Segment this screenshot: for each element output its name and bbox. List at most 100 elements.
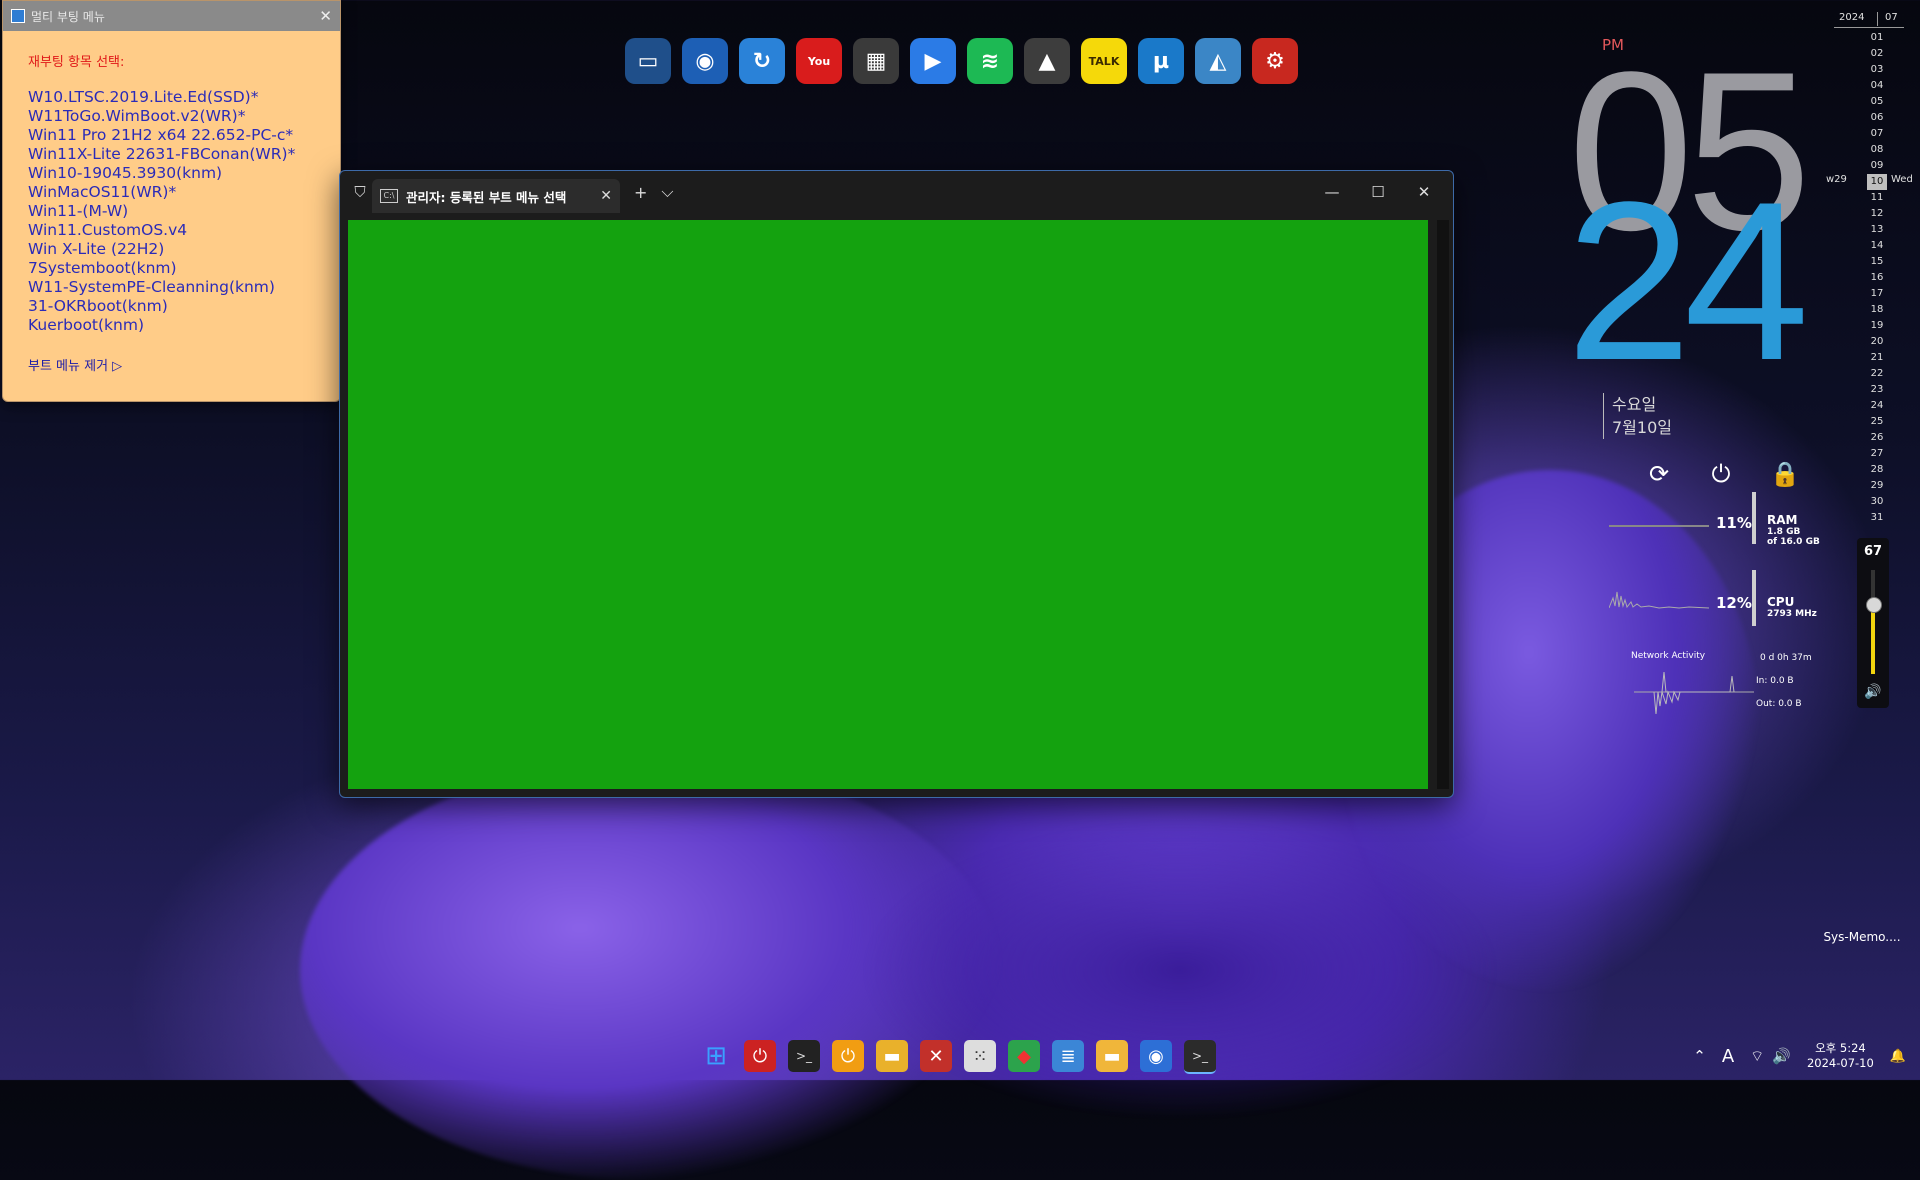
- boot-entry[interactable]: Win11 Pro 21H2 x64 22.652-PC-c*: [28, 126, 340, 145]
- clock-minute: 24: [1566, 154, 1809, 407]
- calendar-day: 23: [1870, 384, 1884, 395]
- taskbar-time: 오후 5:24: [1815, 1041, 1866, 1055]
- boot-entry[interactable]: Win10-19045.3930(knm): [28, 164, 340, 183]
- cpu-graph: [1609, 591, 1709, 609]
- shutdown-app-icon[interactable]: ⏻: [832, 1040, 864, 1072]
- calendar-day: 11: [1870, 192, 1884, 203]
- boot-entry[interactable]: Win11-(M-W): [28, 202, 340, 221]
- file-explorer-icon[interactable]: ▬: [876, 1040, 908, 1072]
- boot-entry[interactable]: W10.LTSC.2019.Lite.Ed(SSD)*: [28, 88, 340, 107]
- terminal-window: ⛉ C:\ 관리자: 등록된 부트 메뉴 선택 ✕ + ⌵ — ☐ ✕: [339, 170, 1454, 798]
- calendar-rule: [1834, 27, 1904, 28]
- volume-widget: 67 🔊: [1857, 538, 1889, 708]
- taskbar-date: 2024-07-10: [1806, 1056, 1874, 1070]
- triangle-app-icon[interactable]: ▲: [1024, 38, 1070, 84]
- sys-memo-desktop-icon[interactable]: Sys-Memo....: [1818, 930, 1906, 944]
- speaker-icon[interactable]: 🔊: [1857, 684, 1889, 700]
- taskbar-apps: ⊞ ⏻ >_ ⏻ ▬ ✕ ⁙ ◆ ≣ ▬ ◉ >_: [700, 1040, 1216, 1074]
- browser-icon[interactable]: ◉: [1140, 1040, 1172, 1072]
- remove-boot-menu-link[interactable]: 부트 메뉴 제거 ▷: [28, 355, 340, 374]
- sync-app-icon[interactable]: ↻: [739, 38, 785, 84]
- play-icon[interactable]: ▶: [910, 38, 956, 84]
- network-out: Out: 0.0 B: [1756, 699, 1802, 709]
- calendar-day: 30: [1870, 496, 1884, 507]
- calendar-day: 06: [1870, 112, 1884, 123]
- youtube-icon[interactable]: You: [796, 38, 842, 84]
- calendar-day: 03: [1870, 64, 1884, 75]
- store-icon[interactable]: ▦: [853, 38, 899, 84]
- boot-entry[interactable]: W11-SystemPE-Cleanning(knm): [28, 278, 340, 297]
- globe-icon[interactable]: ◉: [682, 38, 728, 84]
- boot-entry[interactable]: Win11.CustomOS.v4: [28, 221, 340, 240]
- power-icon[interactable]: ⏻: [1708, 460, 1734, 488]
- restart-icon[interactable]: ⟳: [1646, 460, 1672, 488]
- terminal-titlebar: ⛉ C:\ 관리자: 등록된 부트 메뉴 선택 ✕ + ⌵ — ☐ ✕: [340, 171, 1453, 213]
- cpu-label: CPU: [1767, 595, 1795, 609]
- folder-icon[interactable]: ▬: [1096, 1040, 1128, 1072]
- kakaotalk-icon[interactable]: TALK: [1081, 38, 1127, 84]
- colorful-app-icon[interactable]: ◆: [1008, 1040, 1040, 1072]
- calendar-day: 14: [1870, 240, 1884, 251]
- monitor-icon[interactable]: ▭: [625, 38, 671, 84]
- close-button[interactable]: ✕: [1401, 171, 1447, 213]
- ram-bar: [1752, 492, 1756, 544]
- cpu-freq: 2793 MHz: [1767, 609, 1817, 619]
- volume-tray-icon[interactable]: 🔊: [1772, 1047, 1791, 1065]
- boot-entry[interactable]: Win11X-Lite 22631-FBConan(WR)*: [28, 145, 340, 164]
- calendar-day: 18: [1870, 304, 1884, 315]
- start-icon[interactable]: ⊞: [700, 1040, 732, 1072]
- desktop-icon-label: Sys-Memo....: [1823, 930, 1901, 944]
- grid-app-icon[interactable]: ⁙: [964, 1040, 996, 1072]
- date-label: 7월10일: [1612, 418, 1672, 437]
- ram-percent: 11%: [1716, 514, 1752, 532]
- boot-entry[interactable]: WinMacOS11(WR)*: [28, 183, 340, 202]
- maximize-button[interactable]: ☐: [1355, 171, 1401, 213]
- calendar-day: 22: [1870, 368, 1884, 379]
- boot-entry[interactable]: 7Systemboot(knm): [28, 259, 340, 278]
- volume-knob[interactable]: [1866, 597, 1882, 614]
- boot-menu-titlebar: 멀티 부팅 메뉴 ✕: [3, 1, 340, 31]
- notification-bell-icon[interactable]: 🔔: [1890, 1049, 1906, 1064]
- calendar-day: 04: [1870, 80, 1884, 91]
- boot-entry[interactable]: 31-OKRboot(knm): [28, 297, 340, 316]
- input-method-indicator[interactable]: A: [1722, 1046, 1734, 1067]
- spotify-icon[interactable]: ≋: [967, 38, 1013, 84]
- terminal-tab[interactable]: C:\ 관리자: 등록된 부트 메뉴 선택 ✕: [372, 179, 620, 213]
- close-icon[interactable]: ✕: [319, 7, 332, 25]
- wifi-icon[interactable]: ⌔: [1750, 1047, 1764, 1066]
- cmd-icon[interactable]: >_: [788, 1040, 820, 1072]
- ram-label: RAM: [1767, 513, 1798, 527]
- window-controls: — ☐ ✕: [1309, 171, 1447, 213]
- new-tab-button[interactable]: +: [634, 183, 647, 202]
- settings-gear-icon[interactable]: ⚙: [1252, 38, 1298, 84]
- terminal-output-area[interactable]: [348, 220, 1428, 789]
- terminal-scrollbar[interactable]: [1437, 220, 1449, 789]
- photos-icon[interactable]: ◭: [1195, 38, 1241, 84]
- tab-dropdown-button[interactable]: ⌵: [661, 182, 673, 202]
- boot-entry[interactable]: W11ToGo.WimBoot.v2(WR)*: [28, 107, 340, 126]
- multi-boot-menu-window: 멀티 부팅 메뉴 ✕ 재부팅 항목 선택: W10.LTSC.2019.Lite…: [2, 0, 341, 402]
- lock-icon[interactable]: 🔒: [1770, 460, 1800, 488]
- tray-overflow-icon[interactable]: ⌃: [1693, 1047, 1706, 1065]
- dx-app-icon[interactable]: ✕: [920, 1040, 952, 1072]
- tab-close-icon[interactable]: ✕: [600, 188, 612, 204]
- boot-entry[interactable]: Kuerboot(knm): [28, 316, 340, 335]
- taskbar-clock[interactable]: 오후 5:24 2024-07-10: [1807, 1041, 1874, 1071]
- minimize-button[interactable]: —: [1309, 171, 1355, 213]
- calendar-day: 29: [1870, 480, 1884, 491]
- date-block: 수요일 7월10일: [1603, 393, 1672, 439]
- volume-slider[interactable]: [1866, 570, 1882, 674]
- ram-used: 1.8 GB: [1767, 527, 1801, 537]
- volume-level: 67: [1863, 544, 1883, 559]
- calendar-day: 24: [1870, 400, 1884, 411]
- calendar-week-number: w29: [1826, 174, 1847, 185]
- taskbar: ⊞ ⏻ >_ ⏻ ▬ ✕ ⁙ ◆ ≣ ▬ ◉ >_ ⌃ A ⌔ 🔊 오후 5:24 2024-07-1…: [0, 1032, 1920, 1080]
- calendar-day: 05: [1870, 96, 1884, 107]
- utorrent-icon[interactable]: µ: [1138, 38, 1184, 84]
- notepad-icon[interactable]: ≣: [1052, 1040, 1084, 1072]
- boot-entry[interactable]: Win X-Lite (22H2): [28, 240, 340, 259]
- app-window-icon: [11, 9, 25, 23]
- admin-shield-icon: ⛉: [354, 183, 366, 201]
- terminal-icon[interactable]: >_: [1184, 1040, 1216, 1074]
- power-app-icon[interactable]: ⏻: [744, 1040, 776, 1072]
